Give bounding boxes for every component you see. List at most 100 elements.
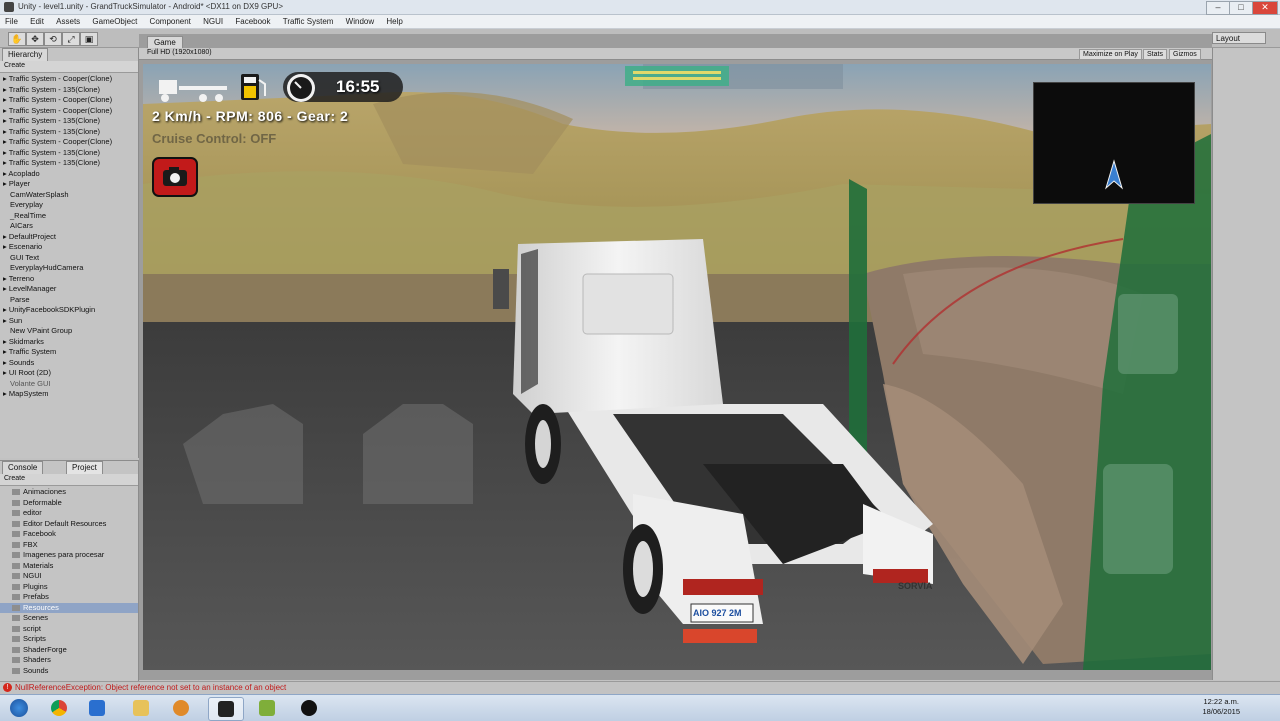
hierarchy-item[interactable]: ▸ DefaultProject (0, 232, 138, 243)
hierarchy-item[interactable]: ▸ Skidmarks (0, 337, 138, 348)
menu-traffic-system[interactable]: Traffic System (278, 15, 339, 26)
hierarchy-item[interactable]: New VPaint Group (0, 326, 138, 337)
hierarchy-item[interactable]: ▸ UI Root (2D) (0, 368, 138, 379)
menu-edit[interactable]: Edit (25, 15, 49, 26)
layout-dropdown[interactable]: Layout (1212, 32, 1266, 44)
folder-icon (12, 531, 20, 538)
game-viewport[interactable]: 16:55 2 Km/h - RPM: 806 - Gear: 2 Cruise… (143, 64, 1211, 670)
project-folder-item[interactable]: Materials (0, 561, 138, 572)
status-bar[interactable]: ! NullReferenceException: Object referen… (0, 681, 1280, 694)
system-date: 18/06/2015 (1202, 707, 1240, 716)
hierarchy-item[interactable]: Parse (0, 295, 138, 306)
hierarchy-item[interactable]: ▸ Terreno (0, 274, 138, 285)
folder-icon (12, 520, 20, 527)
project-folder-item[interactable]: Editor Default Resources (0, 519, 138, 530)
project-folder-item[interactable]: Facebook (0, 529, 138, 540)
menu-ngui[interactable]: NGUI (198, 15, 228, 26)
menu-assets[interactable]: Assets (51, 15, 85, 26)
hierarchy-item[interactable]: ▸ Player (0, 179, 138, 190)
hierarchy-item[interactable]: ▸ UnityFacebookSDKPlugin (0, 305, 138, 316)
taskbar-editor[interactable] (250, 697, 284, 719)
taskbar-chrome[interactable] (42, 697, 76, 719)
hierarchy-item[interactable]: Everyplay (0, 200, 138, 211)
hierarchy-item[interactable]: ▸ Traffic System - Cooper(Clone) (0, 137, 138, 148)
hierarchy-item[interactable]: EveryplayHudCamera (0, 263, 138, 274)
project-folder-label: script (23, 623, 41, 633)
hierarchy-item[interactable]: GUI Text (0, 253, 138, 264)
project-folder-item[interactable]: Scenes (0, 613, 138, 624)
tab-console[interactable]: Console (2, 461, 44, 474)
camera-switch-button[interactable] (152, 157, 198, 197)
maximize-button[interactable]: □ (1229, 1, 1253, 15)
menu-gameobject[interactable]: GameObject (87, 15, 142, 26)
hierarchy-item[interactable]: Volante GUI (0, 379, 138, 390)
menu-facebook[interactable]: Facebook (230, 15, 275, 26)
rect-tool-button[interactable]: ▣ (80, 32, 98, 46)
hierarchy-item[interactable]: CamWaterSplash (0, 190, 138, 201)
project-folder-label: Resources (23, 602, 59, 612)
project-folder-item[interactable]: Shaders (0, 655, 138, 666)
maximize-on-play-toggle[interactable]: Maximize on Play (1079, 49, 1142, 60)
tab-project[interactable]: Project (66, 461, 103, 474)
project-folder-item[interactable]: script (0, 624, 138, 635)
hierarchy-item[interactable]: ▸ Traffic System - 135(Clone) (0, 116, 138, 127)
hierarchy-item[interactable]: ▸ Traffic System - 135(Clone) (0, 148, 138, 159)
game-panel: Game Full HD (1920x1080) Maximize on Pla… (139, 34, 1212, 680)
scale-tool-button[interactable]: ⤢ (62, 32, 80, 46)
aspect-dropdown[interactable]: Full HD (1920x1080) (147, 49, 212, 56)
stats-toggle[interactable]: Stats (1143, 49, 1167, 60)
project-folder-item[interactable]: Animaciones (0, 487, 138, 498)
taskbar-unity[interactable] (208, 697, 244, 721)
hierarchy-item[interactable]: _RealTime (0, 211, 138, 222)
hierarchy-item[interactable]: ▸ Traffic System - 135(Clone) (0, 158, 138, 169)
hierarchy-item[interactable]: ▸ Traffic System - 135(Clone) (0, 127, 138, 138)
hierarchy-item[interactable]: ▸ LevelManager (0, 284, 138, 295)
windows-logo-icon (10, 699, 28, 717)
menu-component[interactable]: Component (145, 15, 196, 26)
project-folder-item[interactable]: Prefabs (0, 592, 138, 603)
project-folder-item[interactable]: Deformable (0, 498, 138, 509)
project-create-button[interactable]: Create (4, 475, 25, 482)
project-folder-item[interactable]: editor (0, 508, 138, 519)
project-folder-item[interactable]: FBX (0, 540, 138, 551)
hierarchy-item[interactable]: AICars (0, 221, 138, 232)
move-tool-button[interactable]: ✥ (26, 32, 44, 46)
folder-icon (12, 657, 20, 664)
project-folder-item[interactable]: ShaderForge (0, 645, 138, 656)
hierarchy-item[interactable]: ▸ Traffic System (0, 347, 138, 358)
hierarchy-item[interactable]: ▸ Traffic System - 135(Clone) (0, 85, 138, 96)
project-folder-item[interactable]: Scripts (0, 634, 138, 645)
system-clock[interactable]: 12:22 a.m. 18/06/2015 (1202, 697, 1240, 717)
project-folder-item[interactable]: NGUI (0, 571, 138, 582)
project-folder-item[interactable]: Sounds (0, 666, 138, 677)
hierarchy-item[interactable]: ▸ Sun (0, 316, 138, 327)
minimize-button[interactable]: – (1206, 1, 1230, 15)
project-folder-item[interactable]: Plugins (0, 582, 138, 593)
project-folder-item[interactable]: Imagenes para procesar (0, 550, 138, 561)
gizmos-dropdown[interactable]: Gizmos (1169, 49, 1201, 60)
hierarchy-create-button[interactable]: Create (4, 62, 25, 69)
taskbar-obs[interactable] (292, 697, 326, 719)
close-button[interactable]: ✕ (1252, 1, 1278, 15)
hierarchy-item[interactable]: ▸ Escenario (0, 242, 138, 253)
hand-tool-button[interactable]: ✋ (8, 32, 26, 46)
hierarchy-item[interactable]: ▸ Acoplado (0, 169, 138, 180)
taskbar-explorer[interactable] (124, 697, 158, 719)
hierarchy-item[interactable]: ▸ Traffic System - Cooper(Clone) (0, 74, 138, 85)
taskbar-media-player[interactable] (80, 697, 114, 719)
project-folder-item[interactable]: Resources (0, 602, 138, 613)
rotate-tool-button[interactable]: ⟲ (44, 32, 62, 46)
menu-file[interactable]: File (0, 15, 23, 26)
hierarchy-item[interactable]: ▸ MapSystem (0, 389, 138, 400)
tab-hierarchy[interactable]: Hierarchy (2, 48, 49, 61)
hierarchy-item[interactable]: ▸ Sounds (0, 358, 138, 369)
taskbar-app[interactable] (164, 697, 198, 719)
hierarchy-item[interactable]: ▸ Traffic System - Cooper(Clone) (0, 106, 138, 117)
start-button[interactable] (2, 697, 36, 719)
console-error-message[interactable]: NullReferenceException: Object reference… (15, 683, 286, 692)
menu-help[interactable]: Help (381, 15, 407, 26)
project-folder-label: Plugins (23, 581, 48, 591)
hierarchy-item[interactable]: ▸ Traffic System - Cooper(Clone) (0, 95, 138, 106)
folder-icon (12, 604, 20, 611)
menu-window[interactable]: Window (341, 15, 379, 26)
